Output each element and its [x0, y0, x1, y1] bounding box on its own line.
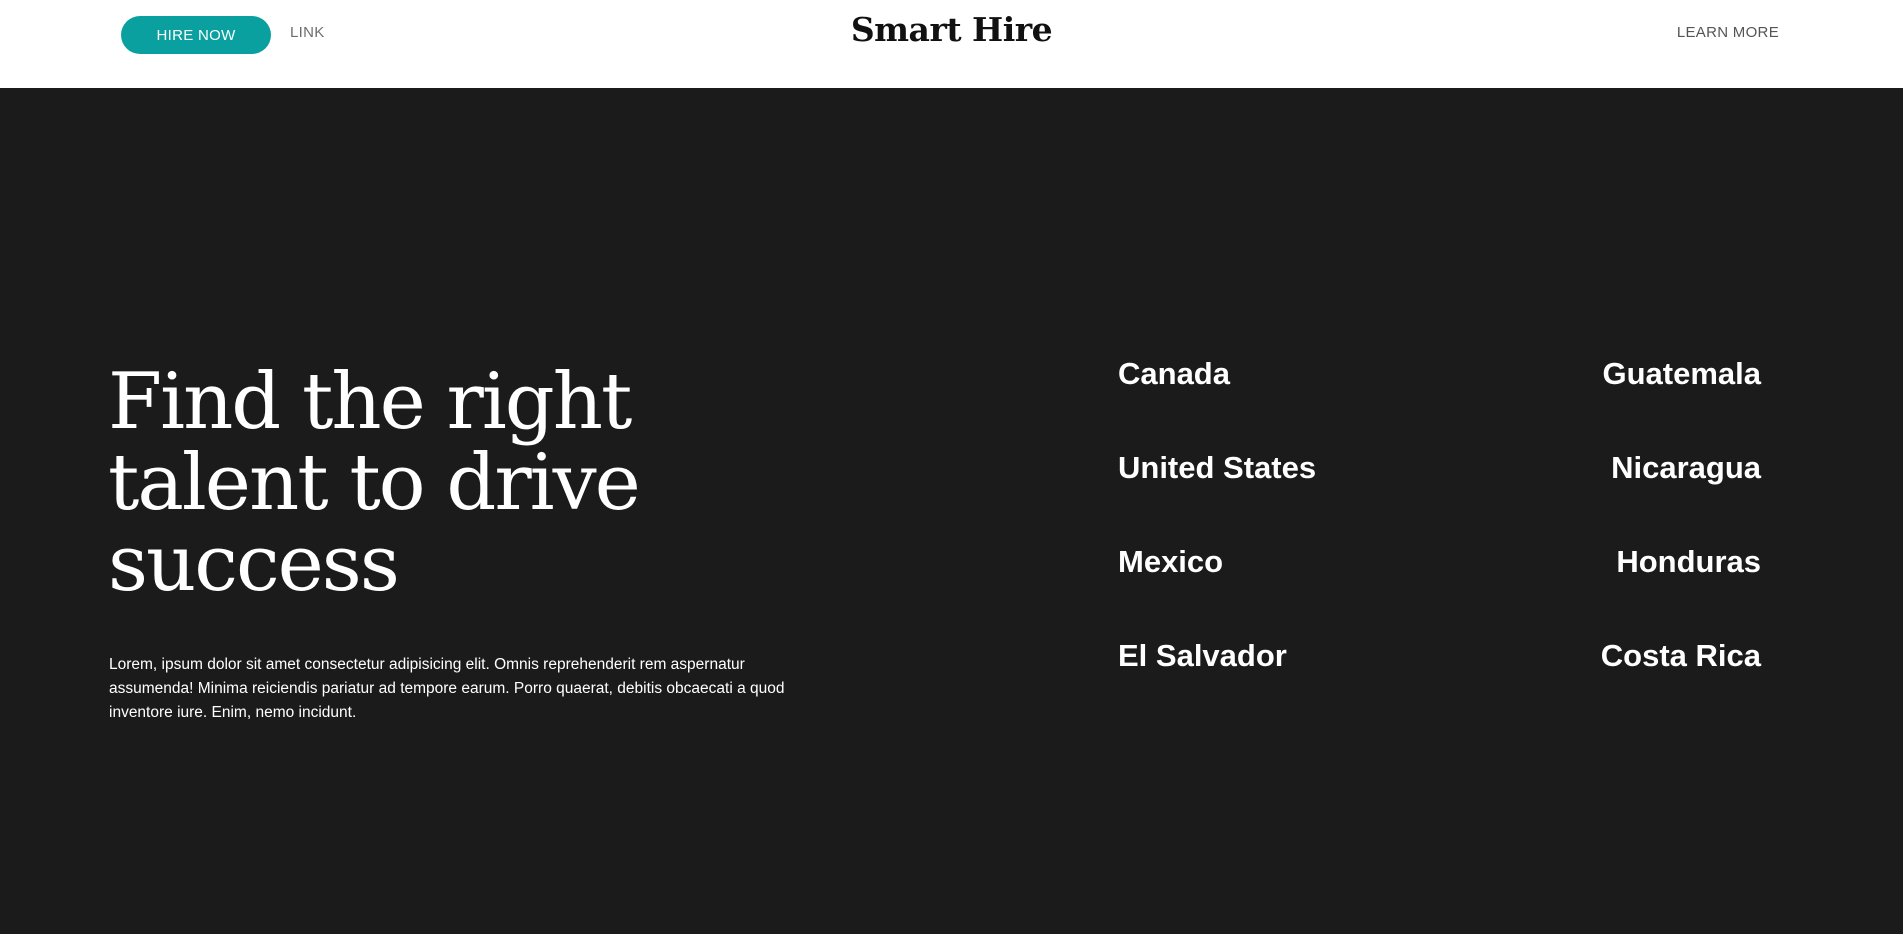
- country-item: Mexico: [1118, 544, 1224, 579]
- site-header: HIRE NOW LINK Smart Hire LEARN MORE: [0, 0, 1903, 88]
- country-item: Honduras: [1616, 544, 1761, 579]
- country-item: Canada: [1118, 356, 1230, 391]
- hire-now-button[interactable]: HIRE NOW: [121, 16, 271, 54]
- country-item: Nicaragua: [1611, 450, 1761, 485]
- hero-section: Find the right talent to drive success L…: [0, 88, 1903, 934]
- hero-intro-text: Lorem, ipsum dolor sit amet consectetur …: [109, 656, 785, 721]
- country-item: Costa Rica: [1600, 638, 1761, 673]
- hero-headline: Find the right talent to drive success: [108, 357, 641, 609]
- learn-more-link[interactable]: LEARN MORE: [1677, 24, 1779, 41]
- nav-link[interactable]: LINK: [290, 24, 325, 41]
- country-item: United States: [1118, 450, 1317, 485]
- site-logo: Smart Hire: [850, 10, 1053, 49]
- country-item: El Salvador: [1118, 638, 1287, 673]
- country-item: Guatemala: [1602, 356, 1761, 391]
